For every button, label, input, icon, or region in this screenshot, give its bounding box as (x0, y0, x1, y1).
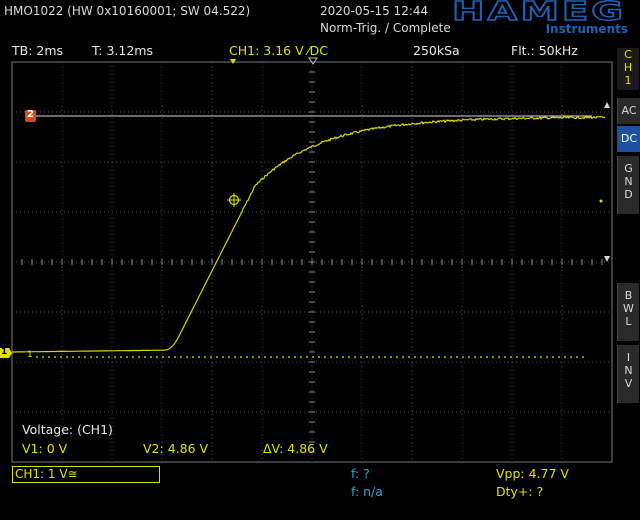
cursor-v2: V2: 4.86 V (143, 441, 209, 456)
ch1-offset-label: 1 (1, 347, 8, 357)
right-up-arrow-icon (604, 102, 610, 108)
ch1-scale-box[interactable]: CH1: 1 V≅ (12, 466, 160, 483)
center-marker-icon (308, 57, 318, 65)
cursor-delta-v: ΔV: 4.86 V (263, 441, 328, 456)
cursor-measure-title: Voltage: (CH1) (22, 422, 113, 437)
ch1-ground-label: 1 (27, 350, 33, 360)
right-down-arrow-icon (604, 256, 610, 262)
ch1-waveform (12, 115, 606, 353)
cursor-crosshair-icon[interactable] (227, 193, 241, 207)
vpp-readout: Vpp: 4.77 V (496, 466, 569, 481)
trigger-level-marker-icon (599, 199, 603, 203)
cursor-v1: V1: 0 V (22, 441, 68, 456)
duty-readout: Dty+: ? (496, 484, 544, 499)
reference-marker-label: 2 (27, 109, 34, 120)
frequency2-readout: f: n/a (351, 484, 383, 499)
frequency-readout: f: ? (351, 466, 370, 481)
graticule (11, 61, 613, 463)
